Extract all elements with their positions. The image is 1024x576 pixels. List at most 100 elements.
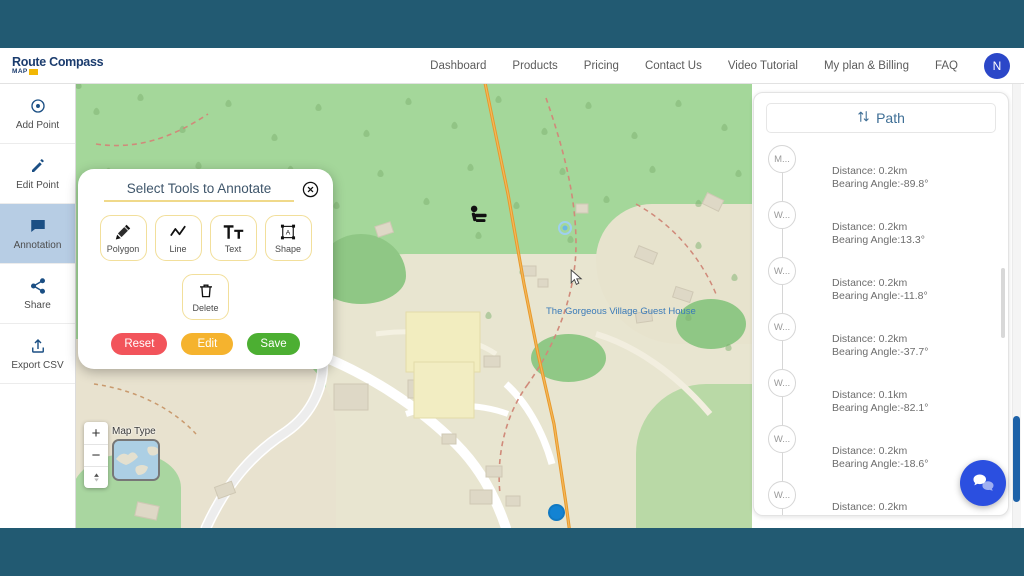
path-node-bearing: Bearing Angle:-11.8°: [832, 290, 928, 302]
shape-icon: A: [279, 222, 297, 242]
path-node-connector: [781, 453, 783, 481]
sidebar-item-label: Add Point: [15, 119, 60, 131]
tool-row-primary: Polygon Line Text A Shape: [92, 215, 319, 261]
globe-icon: [114, 441, 158, 479]
path-node-marker[interactable]: M...: [768, 145, 796, 173]
dialog-title: Select Tools to Annotate: [104, 181, 294, 202]
trash-icon: [197, 281, 215, 301]
sidebar-item-label: Export CSV: [11, 359, 64, 371]
path-node-distance: Distance: 0.2km: [832, 445, 908, 457]
path-node-connector: [781, 341, 783, 369]
tool-delete[interactable]: Delete: [182, 274, 229, 320]
sidebar-item-add-point[interactable]: Add Point: [0, 84, 75, 144]
path-node-info: Distance: 0.2km Bearing Angle:-37.7°: [832, 313, 1008, 369]
zoom-in-button[interactable]: +: [84, 422, 108, 444]
upload-icon: [29, 337, 47, 355]
sidebar-item-annotation[interactable]: Annotation: [0, 204, 75, 264]
path-node[interactable]: W... Distance: 0.2km Bearing Angle:-11.8…: [754, 257, 1008, 313]
path-node-info: Distance: 0.1km Bearing Angle:-82.1°: [832, 369, 1008, 425]
tool-line[interactable]: Line: [154, 215, 202, 261]
top-navigation-bar: Route Compass MAP Dashboard Products Pri…: [0, 48, 1024, 84]
mouse-cursor: [570, 269, 583, 286]
avatar[interactable]: N: [984, 52, 1010, 79]
path-node-distance: Distance: 0.2km: [832, 277, 908, 289]
path-panel-scrollbar[interactable]: [1001, 268, 1005, 338]
path-node-marker[interactable]: W...: [768, 201, 796, 229]
path-node-marker[interactable]: W...: [768, 481, 796, 509]
app-window: Route Compass MAP Dashboard Products Pri…: [0, 48, 1024, 528]
brand-logo[interactable]: Route Compass MAP: [12, 55, 108, 76]
map-waypoint-dot-1[interactable]: [548, 504, 565, 521]
path-node[interactable]: W... Distance: 0.1km Bearing Angle:-82.1…: [754, 369, 1008, 425]
brand-subtitle: MAP: [12, 68, 108, 76]
path-node-connector: [781, 285, 783, 313]
sidebar-item-label: Share: [24, 299, 51, 311]
tool-row-secondary: Delete: [92, 274, 319, 320]
nav-link-products[interactable]: Products: [512, 60, 557, 72]
path-node-marker[interactable]: W...: [768, 425, 796, 453]
path-node-connector: [781, 397, 783, 425]
sidebar-item-export-csv[interactable]: Export CSV: [0, 324, 75, 384]
path-node-list: M... Distance: 0.2km Bearing Angle:-89.8…: [754, 133, 1008, 515]
dialog-header: Select Tools to Annotate: [92, 181, 319, 202]
chat-widget-button[interactable]: [960, 460, 1006, 506]
nav-link-dashboard[interactable]: Dashboard: [430, 60, 486, 72]
path-node-distance: Distance: 0.1km: [832, 389, 908, 401]
chat-bubble-icon: [973, 474, 994, 491]
path-node-marker[interactable]: W...: [768, 257, 796, 285]
nav-link-pricing[interactable]: Pricing: [584, 60, 619, 72]
nav-link-faq[interactable]: FAQ: [935, 60, 958, 72]
path-node[interactable]: W... Distance: 0.2km Bearing Angle:-37.7…: [754, 313, 1008, 369]
tool-label: Delete: [192, 303, 219, 313]
svg-text:A: A: [286, 230, 291, 237]
target-icon: [29, 97, 47, 115]
path-node-marker[interactable]: W...: [768, 313, 796, 341]
annotation-tools-dialog: Select Tools to Annotate Polygon Line Te…: [78, 169, 333, 369]
path-node-info: Distance: 0.2km Bearing Angle:13.3°: [832, 201, 1008, 257]
page-scrollbar-thumb[interactable]: [1013, 416, 1020, 502]
path-panel-header[interactable]: Path: [766, 103, 996, 133]
sidebar-item-edit-point[interactable]: Edit Point: [0, 144, 75, 204]
save-button[interactable]: Save: [247, 333, 300, 355]
polyline-icon: [169, 222, 187, 242]
map-type-satellite-thumbnail[interactable]: [112, 439, 160, 481]
reset-button[interactable]: Reset: [111, 333, 168, 355]
tool-label: Text: [224, 244, 242, 254]
path-node-bearing: Bearing Angle:-37.7°: [832, 346, 929, 358]
path-node-info: Distance: 0.2km Bearing Angle:-11.8°: [832, 257, 1008, 313]
left-sidebar: Add Point Edit Point Annotation Share Ex…: [0, 84, 76, 528]
path-node-marker[interactable]: W...: [768, 369, 796, 397]
nav-link-my-plan-billing[interactable]: My plan & Billing: [824, 60, 909, 72]
tool-text[interactable]: Text: [209, 215, 257, 261]
zoom-out-button[interactable]: −: [84, 444, 108, 466]
nav-link-contact-us[interactable]: Contact Us: [645, 60, 702, 72]
nav-links: Dashboard Products Pricing Contact Us Vi…: [430, 52, 1024, 79]
tool-polygon[interactable]: Polygon: [99, 215, 147, 261]
text-icon: [223, 222, 244, 242]
compass-icon[interactable]: [84, 466, 108, 488]
path-node[interactable]: W... Distance: 0.2km Bearing Angle:13.3°: [754, 201, 1008, 257]
path-node-connector: [781, 229, 783, 257]
map-label-guest-house: The Gorgeous Village Guest House: [546, 306, 696, 317]
sidebar-item-share[interactable]: Share: [0, 264, 75, 324]
brand-sub-text: MAP: [12, 68, 28, 75]
path-node-distance: Distance: 0.2km: [832, 221, 908, 233]
sidebar-item-label: Edit Point: [16, 179, 59, 191]
map-type-control: Map Type: [112, 426, 160, 481]
close-icon[interactable]: [302, 181, 319, 198]
sort-updown-icon: [857, 110, 870, 126]
path-node[interactable]: M... Distance: 0.2km Bearing Angle:-89.8…: [754, 145, 1008, 201]
sidebar-item-label: Annotation: [13, 239, 62, 251]
tool-label: Polygon: [106, 244, 140, 254]
tool-shape[interactable]: A Shape: [264, 215, 312, 261]
comment-icon: [29, 217, 47, 235]
nav-link-video-tutorial[interactable]: Video Tutorial: [728, 60, 798, 72]
brand-accent-box: [28, 69, 38, 76]
dialog-action-buttons: Reset Edit Save: [92, 333, 319, 355]
path-node-distance: Distance: 0.2km: [832, 333, 908, 345]
path-panel-title: Path: [876, 110, 905, 126]
path-node-bearing: Bearing Angle:-82.1°: [832, 402, 929, 414]
polygon-pen-icon: [114, 222, 132, 242]
edit-button[interactable]: Edit: [181, 333, 234, 355]
cable-car-icon: [470, 205, 487, 222]
